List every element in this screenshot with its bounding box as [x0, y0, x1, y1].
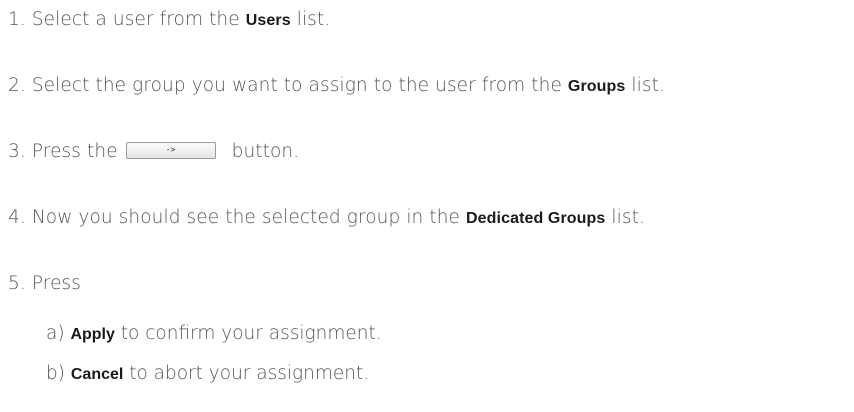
- step-number: 2.: [8, 75, 26, 96]
- step-1: 1. Select a user from the Users list.: [8, 7, 330, 34]
- step-number: 1.: [8, 9, 26, 30]
- step-number: 3.: [8, 141, 26, 162]
- substep-a: a) Apply to confirm your assignment.: [46, 321, 382, 348]
- keyword-users: Users: [245, 12, 291, 29]
- step-text-end: list.: [625, 75, 665, 96]
- step-2: 2. Select the group you want to assign t…: [8, 73, 665, 100]
- step-text-end: list.: [290, 9, 331, 30]
- step-text: Now you should see the selected group in…: [31, 207, 467, 228]
- substep-b: b) Cancel to abort your assignment.: [46, 361, 369, 388]
- step-text: Press: [31, 273, 82, 294]
- keyword-groups: Groups: [567, 78, 626, 95]
- substep-letter: b): [46, 363, 65, 384]
- substep-text: to abort your assignment.: [123, 363, 370, 384]
- step-text-end: button.: [225, 141, 300, 162]
- step-text-end: list.: [605, 207, 645, 228]
- step-3: 3. Press the -> button.: [8, 139, 299, 165]
- step-number: 4.: [8, 207, 26, 228]
- step-text: Select a user from the: [31, 9, 246, 30]
- step-5: 5. Press: [8, 271, 81, 297]
- assign-arrow-button[interactable]: ->: [125, 142, 216, 159]
- step-number: 5.: [8, 273, 26, 294]
- step-4: 4. Now you should see the selected group…: [8, 205, 645, 232]
- step-text: Press the: [31, 141, 124, 162]
- keyword-dedicated-groups: Dedicated Groups: [466, 210, 606, 227]
- substep-letter: a): [46, 323, 65, 344]
- keyword-apply: Apply: [70, 326, 115, 343]
- keyword-cancel: Cancel: [70, 366, 124, 383]
- substep-text: to confirm your assignment.: [114, 323, 382, 344]
- step-text: Select the group you want to assign to t…: [31, 75, 568, 96]
